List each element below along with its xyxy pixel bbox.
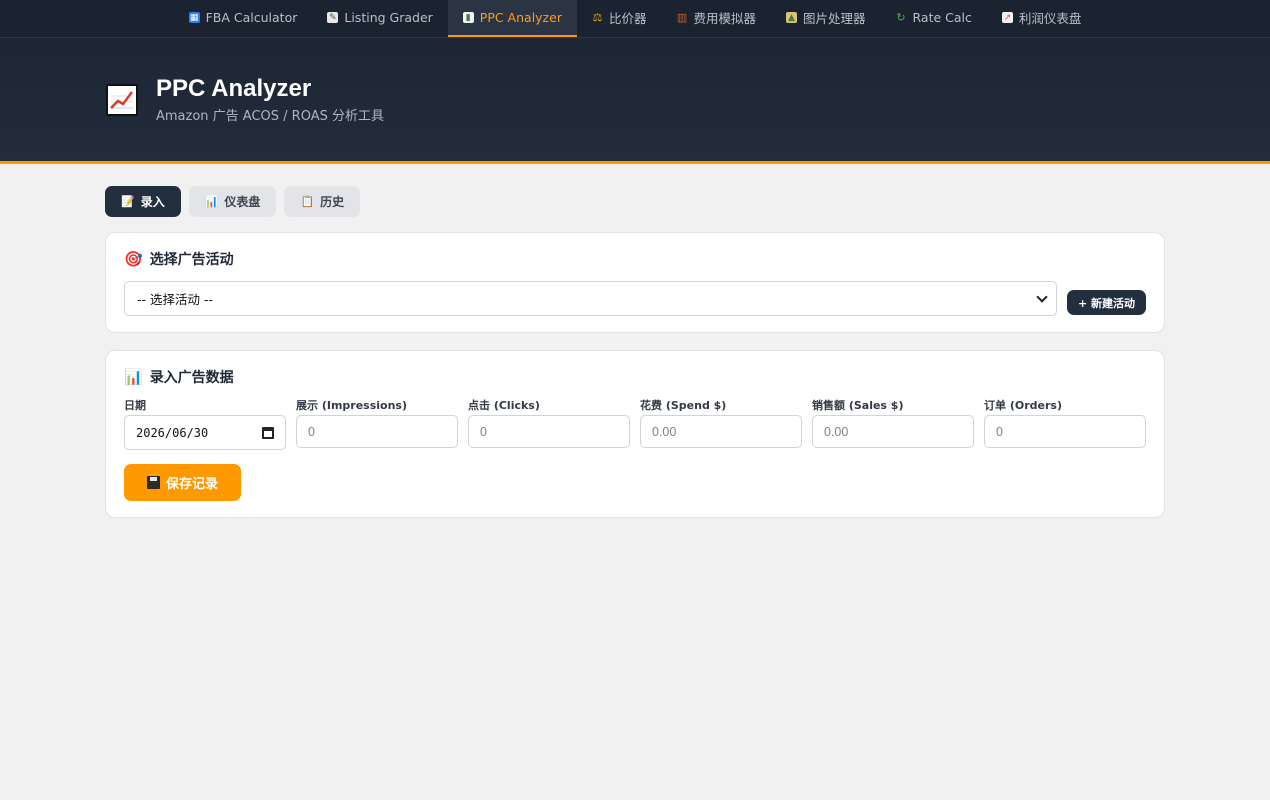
- bar-chart-icon: 📊: [204, 195, 219, 208]
- bar-chart-icon: ▮: [462, 12, 474, 23]
- nav-item-price-compare[interactable]: ⚖ 比价器: [577, 0, 662, 37]
- spend-input[interactable]: 0.00: [640, 415, 802, 448]
- clicks-placeholder: 0: [480, 424, 487, 439]
- clicks-label: 点击 (Clicks): [468, 399, 540, 412]
- tab-label: 历史: [320, 195, 345, 209]
- clicks-field-group: 点击 (Clicks) 0: [468, 397, 630, 450]
- memo-icon: ✎: [327, 12, 339, 23]
- spend-label: 花费 (Spend $): [640, 399, 727, 412]
- date-label: 日期: [124, 399, 146, 412]
- grid-icon: ▦: [188, 12, 200, 23]
- save-button-label: 保存记录: [165, 477, 218, 492]
- nav-item-label: Listing Grader: [344, 10, 433, 25]
- impressions-input[interactable]: 0: [296, 415, 458, 448]
- orders-field-group: 订单 (Orders) 0: [984, 397, 1146, 450]
- tab-label: 录入: [140, 195, 165, 209]
- spend-placeholder: 0.00: [652, 424, 677, 439]
- entry-fields: 日期 2026/06/30 展示 (Impressions) 0 点击 (Cli…: [124, 397, 1146, 450]
- page-header: PPC Analyzer Amazon 广告 ACOS / ROAS 分析工具: [0, 38, 1270, 164]
- arrows-cycle-icon: ↻: [896, 11, 906, 24]
- campaign-select[interactable]: -- 选择活动 --: [124, 281, 1057, 316]
- date-input[interactable]: 2026/06/30: [124, 415, 286, 450]
- nav-item-label: 图片处理器: [802, 11, 866, 26]
- page-title: PPC Analyzer: [156, 75, 312, 102]
- orders-label: 订单 (Orders): [984, 399, 1062, 412]
- sales-placeholder: 0.00: [824, 424, 849, 439]
- picture-icon: ▲: [785, 12, 797, 23]
- nav-item-rate-calc[interactable]: ↻ Rate Calc: [881, 0, 987, 37]
- nav-item-label: PPC Analyzer: [479, 10, 562, 25]
- main-content: 📝 录入 📊 仪表盘 📋 历史 🎯 选择广告活动 -- 选择活动 -- + 新建…: [105, 186, 1165, 518]
- memo-icon: 📝: [121, 195, 135, 208]
- orders-input[interactable]: 0: [984, 415, 1146, 448]
- bar-chart-icon: 📊: [124, 368, 143, 386]
- nav-item-label: 比价器: [608, 11, 647, 26]
- new-campaign-button[interactable]: + 新建活动: [1066, 290, 1146, 315]
- tab-history[interactable]: 📋 历史: [284, 186, 361, 217]
- sales-label: 销售额 (Sales $): [812, 399, 904, 412]
- header-text: PPC Analyzer Amazon 广告 ACOS / ROAS 分析工具: [156, 75, 384, 124]
- nav-item-listing-grader[interactable]: ✎ Listing Grader: [312, 0, 447, 37]
- date-field-group: 日期 2026/06/30: [124, 397, 286, 450]
- tab-label: 仪表盘: [224, 195, 261, 209]
- top-nav: ▦ FBA Calculator ✎ Listing Grader ▮ PPC …: [0, 0, 1270, 38]
- impressions-placeholder: 0: [308, 424, 315, 439]
- campaign-card-title: 🎯 选择广告活动: [124, 249, 1146, 269]
- date-value: 2026/06/30: [136, 425, 209, 440]
- trend-chart-icon: [106, 83, 138, 116]
- nav-item-label: 费用模拟器: [693, 11, 756, 26]
- chevron-down-icon: [1036, 290, 1048, 303]
- nav-item-fee-simulator[interactable]: ▥ 费用模拟器: [661, 0, 771, 37]
- nav-item-label: Rate Calc: [912, 10, 972, 25]
- nav-item-label: 利润仪表盘: [1018, 11, 1082, 26]
- campaign-select-row: -- 选择活动 -- + 新建活动: [124, 281, 1146, 316]
- page-subtitle: Amazon 广告 ACOS / ROAS 分析工具: [156, 109, 384, 124]
- calendar-icon[interactable]: [262, 426, 274, 439]
- nav-item-fba-calculator[interactable]: ▦ FBA Calculator: [174, 0, 313, 37]
- impressions-label: 展示 (Impressions): [296, 399, 407, 412]
- campaign-card: 🎯 选择广告活动 -- 选择活动 -- + 新建活动: [105, 232, 1165, 333]
- sales-field-group: 销售额 (Sales $) 0.00: [812, 397, 974, 450]
- nav-item-label: FBA Calculator: [205, 10, 298, 25]
- sales-input[interactable]: 0.00: [812, 415, 974, 448]
- entry-card: 📊 录入广告数据 日期 2026/06/30 展示 (Impressions) …: [105, 350, 1165, 518]
- nav-item-image-processor[interactable]: ▲ 图片处理器: [771, 0, 881, 37]
- target-icon: 🎯: [124, 250, 143, 268]
- clipboard-icon: 📋: [300, 195, 315, 208]
- clicks-input[interactable]: 0: [468, 415, 630, 448]
- save-record-button[interactable]: 保存记录: [124, 464, 241, 501]
- tab-entry[interactable]: 📝 录入: [105, 186, 181, 217]
- entry-title-text: 录入广告数据: [149, 370, 234, 386]
- nav-item-ppc-analyzer[interactable]: ▮ PPC Analyzer: [447, 0, 577, 37]
- scales-icon: ⚖: [592, 11, 603, 24]
- campaign-select-value: -- 选择活动 --: [137, 292, 213, 307]
- spend-field-group: 花费 (Spend $) 0.00: [640, 397, 802, 450]
- tab-bar: 📝 录入 📊 仪表盘 📋 历史: [105, 186, 1165, 217]
- tab-dashboard[interactable]: 📊 仪表盘: [188, 186, 277, 217]
- campaign-title-text: 选择广告活动: [149, 252, 234, 268]
- abacus-icon: ▥: [676, 11, 688, 24]
- trend-chart-icon: ↗: [1001, 12, 1013, 23]
- floppy-disk-icon: [146, 476, 160, 489]
- impressions-field-group: 展示 (Impressions) 0: [296, 397, 458, 450]
- orders-placeholder: 0: [996, 424, 1003, 439]
- entry-card-title: 📊 录入广告数据: [124, 367, 1146, 387]
- nav-item-profit-dashboard[interactable]: ↗ 利润仪表盘: [987, 0, 1097, 37]
